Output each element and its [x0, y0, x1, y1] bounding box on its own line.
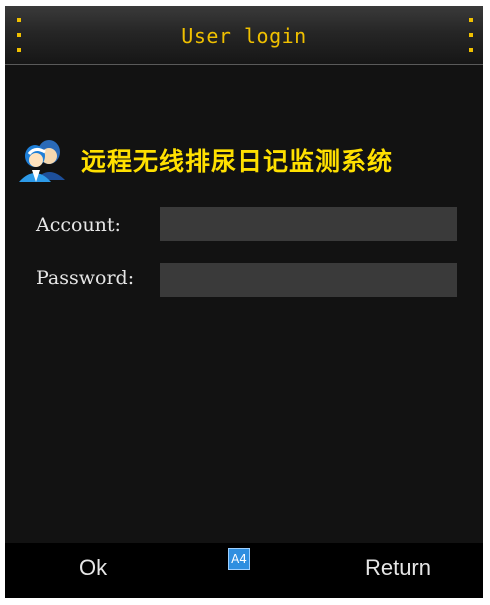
users-icon: [19, 140, 65, 182]
ok-button[interactable]: Ok: [79, 555, 107, 581]
input-mode-badge[interactable]: A4: [228, 548, 250, 570]
phone-screen: User login 远程无线排尿日记监测系统 Account: Passwor…: [5, 6, 483, 598]
password-label: Password:: [36, 267, 135, 289]
account-input[interactable]: [160, 207, 457, 241]
softkey-bar: Ok A4 Return: [5, 543, 483, 598]
system-name: 远程无线排尿日记监测系统: [81, 147, 394, 176]
password-input[interactable]: [160, 263, 457, 297]
system-banner: 远程无线排尿日记监测系统: [15, 134, 479, 182]
options-dots-icon[interactable]: [469, 18, 473, 52]
account-label: Account:: [36, 214, 121, 236]
return-button[interactable]: Return: [365, 555, 431, 581]
page-title: User login: [181, 24, 307, 48]
title-bar: User login: [5, 6, 483, 65]
